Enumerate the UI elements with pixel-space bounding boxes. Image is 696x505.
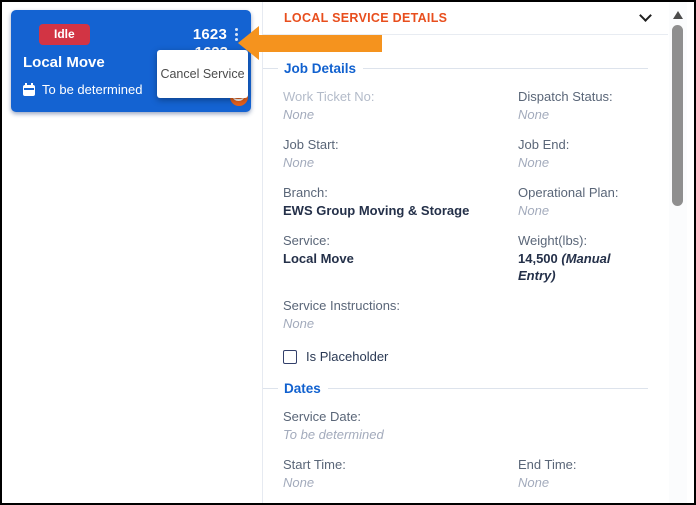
field-value: None xyxy=(518,106,648,123)
field-value: 14,500 (Manual Entry) xyxy=(518,250,648,284)
dates-section-heading: Dates xyxy=(263,381,648,396)
field-service-date: Service Date: To be determined xyxy=(283,408,648,443)
annotation-arrow-icon xyxy=(238,26,259,60)
field-label: End Time: xyxy=(518,456,648,473)
field-label: Job Start: xyxy=(283,136,518,153)
field-label: Branch: xyxy=(283,184,518,201)
job-details-section-heading: Job Details xyxy=(263,61,648,76)
field-job-end: Job End: None xyxy=(518,136,648,171)
field-label: Weight(lbs): xyxy=(518,232,648,249)
vertical-scrollbar[interactable] xyxy=(669,2,687,503)
field-end-time: End Time: None xyxy=(518,456,648,491)
scrollbar-thumb[interactable] xyxy=(672,25,683,206)
service-number-wrap: 1623 xyxy=(193,26,239,43)
field-label: Job End: xyxy=(518,136,648,153)
status-badge: Idle xyxy=(39,24,90,45)
field-label: Work Ticket No: xyxy=(283,88,518,105)
service-number: 1623 xyxy=(193,26,227,43)
divider xyxy=(363,68,648,69)
is-placeholder-label: Is Placeholder xyxy=(306,349,388,364)
field-label: Operational Plan: xyxy=(518,184,648,201)
section-heading-label: Dates xyxy=(284,381,321,396)
field-job-start: Job Start: None xyxy=(283,136,518,171)
job-details-fields: Work Ticket No: None Dispatch Status: No… xyxy=(283,88,648,345)
field-operational-plan: Operational Plan: None xyxy=(518,184,648,219)
section-heading-label: Job Details xyxy=(284,61,356,76)
field-value: None xyxy=(518,202,648,219)
field-value: None xyxy=(283,315,648,332)
field-value: EWS Group Moving & Storage xyxy=(283,202,518,219)
field-value: None xyxy=(283,154,518,171)
field-label: Service Instructions: xyxy=(283,297,648,314)
field-label: Service: xyxy=(283,232,518,249)
divider xyxy=(263,68,278,69)
chevron-down-icon[interactable] xyxy=(639,9,652,22)
field-start-time: Start Time: None xyxy=(283,456,518,491)
context-menu: Cancel Service xyxy=(157,50,248,98)
is-placeholder-checkbox[interactable] xyxy=(283,350,297,364)
field-value: None xyxy=(518,154,648,171)
field-work-ticket-no: Work Ticket No: None xyxy=(283,88,518,123)
field-value: To be determined xyxy=(283,426,648,443)
field-branch: Branch: EWS Group Moving & Storage xyxy=(283,184,518,219)
panel-header[interactable]: LOCAL SERVICE DETAILS xyxy=(263,2,668,35)
screenshot-frame: LOCAL SERVICE DETAILS Job Details Work T… xyxy=(0,0,696,505)
field-value: None xyxy=(518,474,648,491)
dates-fields: Service Date: To be determined Start Tim… xyxy=(283,408,648,504)
field-service-instructions: Service Instructions: None xyxy=(283,297,648,332)
scroll-up-icon[interactable] xyxy=(673,11,683,19)
annotation-arrow-body xyxy=(257,35,382,52)
field-dispatch-status: Dispatch Status: None xyxy=(518,88,648,123)
field-weight: Weight(lbs): 14,500 (Manual Entry) xyxy=(518,232,648,284)
field-value: Local Move xyxy=(283,250,518,267)
is-placeholder-row: Is Placeholder xyxy=(283,349,648,364)
schedule-text: To be determined xyxy=(42,82,142,97)
weight-value: 14,500 xyxy=(518,251,558,266)
service-card-top-row: Idle 1623 xyxy=(23,24,239,45)
field-label: Dispatch Status: xyxy=(518,88,648,105)
field-service: Service: Local Move xyxy=(283,232,518,284)
panel-body: Job Details Work Ticket No: None Dispatc… xyxy=(263,61,668,505)
field-label: Start Time: xyxy=(283,456,518,473)
divider xyxy=(328,388,648,389)
field-value: None xyxy=(283,474,518,491)
cancel-service-menu-item[interactable]: Cancel Service xyxy=(160,67,244,81)
field-value: None xyxy=(283,106,518,123)
panel-title: LOCAL SERVICE DETAILS xyxy=(284,11,447,25)
field-label: Service Date: xyxy=(283,408,648,425)
calendar-icon xyxy=(23,85,35,96)
divider xyxy=(263,388,278,389)
local-service-details-panel: LOCAL SERVICE DETAILS Job Details Work T… xyxy=(262,2,668,503)
